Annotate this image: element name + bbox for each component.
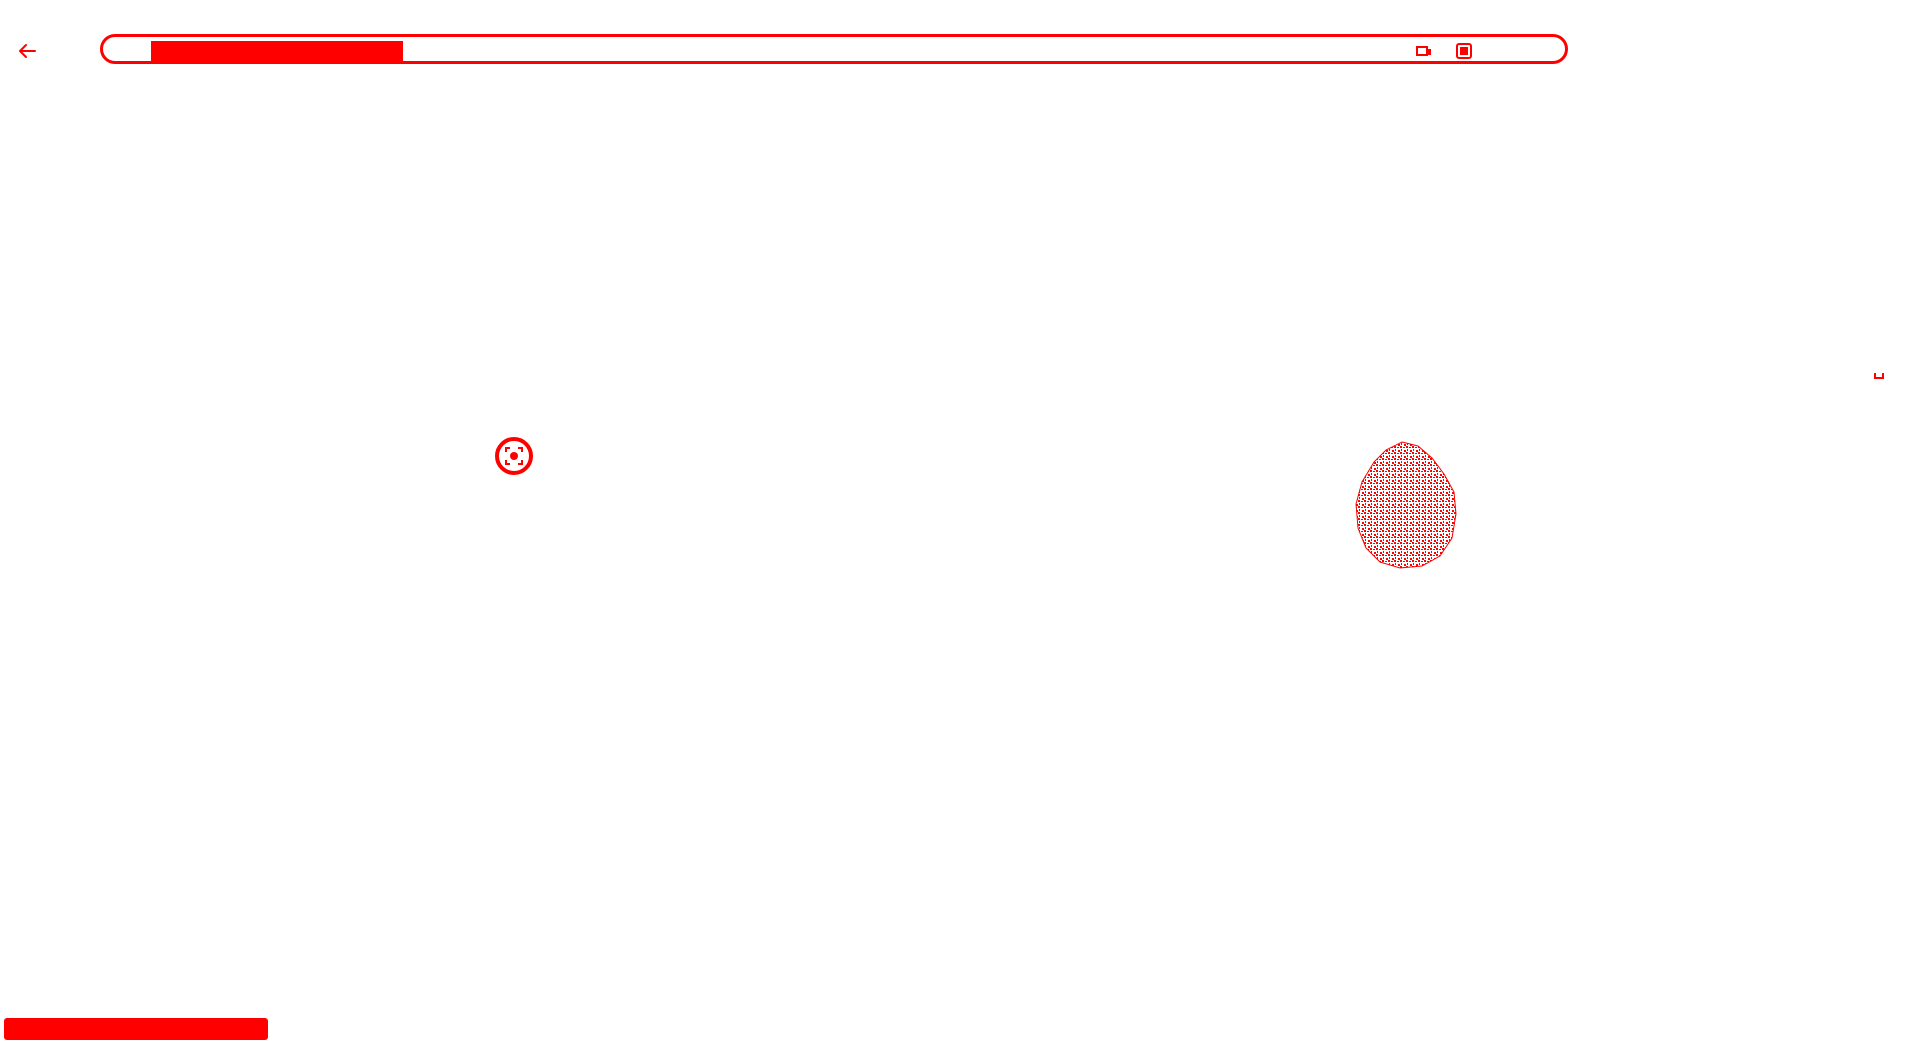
scan-icon: [1456, 43, 1472, 59]
page: [0, 0, 1920, 1040]
search-bar[interactable]: [100, 34, 1568, 64]
tablet-icon: [1416, 46, 1431, 56]
status-bar: [4, 1018, 268, 1040]
camera-scan-icon: [495, 437, 533, 475]
back-button[interactable]: [12, 36, 42, 66]
lens-button[interactable]: [493, 435, 535, 477]
arrow-left-icon: [19, 44, 36, 58]
tablet-button[interactable]: [1415, 42, 1433, 60]
search-query[interactable]: [151, 41, 403, 61]
scan-button[interactable]: [1455, 42, 1473, 60]
noise-blob-image: [1355, 441, 1457, 569]
edge-marker-icon: [1874, 373, 1884, 379]
